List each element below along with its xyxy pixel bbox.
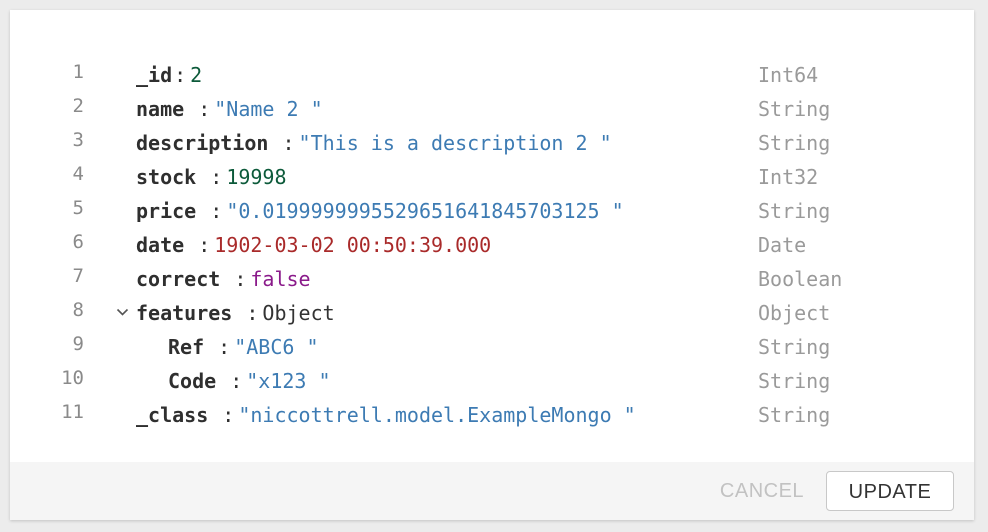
field-key[interactable]: price: [136, 199, 196, 223]
field-type[interactable]: Date: [758, 228, 806, 262]
field-separator: :: [186, 97, 211, 121]
document-editor-card: 1 _id:2 Int64 2 name : "Name 2 " String 3…: [10, 10, 974, 520]
field-type[interactable]: Object: [758, 296, 830, 330]
line-number: 1: [72, 61, 84, 83]
field-type[interactable]: String: [758, 330, 830, 364]
field-row-stock[interactable]: 4 stock :19998 Int32: [10, 160, 974, 194]
field-value[interactable]: "ABC6 ": [234, 335, 318, 359]
field-row-id[interactable]: 1 _id:2 Int64: [10, 58, 974, 92]
field-value[interactable]: false: [250, 267, 310, 291]
field-key[interactable]: _id: [136, 63, 172, 87]
field-type[interactable]: String: [758, 92, 830, 126]
field-separator: :: [198, 165, 223, 189]
field-type[interactable]: Int32: [758, 160, 818, 194]
field-separator: :: [174, 63, 187, 87]
field-key[interactable]: features: [136, 301, 232, 325]
field-key[interactable]: name: [136, 97, 184, 121]
field-row-price[interactable]: 5 price : "0.0199999995529651641845703125…: [10, 194, 974, 228]
field-separator: :: [210, 403, 235, 427]
field-type[interactable]: Boolean: [758, 262, 842, 296]
line-number: 2: [72, 95, 84, 117]
field-value[interactable]: "Name 2 ": [214, 97, 322, 121]
field-value[interactable]: "niccottrell.model.ExampleMongo ": [238, 403, 635, 427]
field-value[interactable]: 1902-03-02 00:50:39.000: [214, 233, 491, 257]
field-type[interactable]: Int64: [758, 58, 818, 92]
field-type[interactable]: String: [758, 398, 830, 432]
field-value[interactable]: 19998: [226, 165, 286, 189]
field-separator: :: [206, 335, 231, 359]
field-separator: :: [234, 301, 259, 325]
field-key[interactable]: description: [136, 131, 268, 155]
field-separator: :: [222, 267, 247, 291]
field-type[interactable]: String: [758, 194, 830, 228]
field-value[interactable]: "0.0199999995529651641845703125 ": [226, 199, 623, 223]
field-value[interactable]: "x123 ": [246, 369, 330, 393]
field-key[interactable]: Ref: [168, 335, 204, 359]
field-separator: :: [198, 199, 223, 223]
line-number: 3: [72, 129, 84, 151]
field-row-name[interactable]: 2 name : "Name 2 " String: [10, 92, 974, 126]
chevron-down-icon[interactable]: [114, 296, 132, 330]
cancel-button[interactable]: CANCEL: [710, 471, 814, 511]
field-row-date[interactable]: 6 date :1902-03-02 00:50:39.000 Date: [10, 228, 974, 262]
line-number: 8: [72, 299, 84, 321]
update-button[interactable]: UPDATE: [826, 471, 954, 511]
field-row-features-code[interactable]: 10 Code : "x123 " String: [10, 364, 974, 398]
field-row-description[interactable]: 3 description : "This is a description 2 …: [10, 126, 974, 160]
field-key[interactable]: _class: [136, 403, 208, 427]
field-row-class[interactable]: 11 _class : "niccottrell.model.ExampleMon…: [10, 398, 974, 432]
field-value[interactable]: 2: [190, 63, 202, 87]
line-number: 10: [61, 367, 84, 389]
field-separator: :: [186, 233, 211, 257]
field-type[interactable]: String: [758, 364, 830, 398]
field-separator: :: [270, 131, 295, 155]
line-number: 9: [72, 333, 84, 355]
field-value[interactable]: Object: [262, 301, 334, 325]
field-key[interactable]: date: [136, 233, 184, 257]
field-key[interactable]: correct: [136, 267, 220, 291]
editor-footer: CANCEL UPDATE: [10, 462, 974, 520]
field-row-features[interactable]: 8 features : Object Object: [10, 296, 974, 330]
line-number: 7: [72, 265, 84, 287]
field-type[interactable]: String: [758, 126, 830, 160]
field-value[interactable]: "This is a description 2 ": [299, 131, 612, 155]
field-key[interactable]: stock: [136, 165, 196, 189]
field-row-correct[interactable]: 7 correct : false Boolean: [10, 262, 974, 296]
document-fields: 1 _id:2 Int64 2 name : "Name 2 " String 3…: [10, 58, 974, 432]
line-number: 4: [72, 163, 84, 185]
line-number: 5: [72, 197, 84, 219]
line-number: 11: [61, 401, 84, 423]
line-number: 6: [72, 231, 84, 253]
field-row-features-ref[interactable]: 9 Ref : "ABC6 " String: [10, 330, 974, 364]
field-separator: :: [218, 369, 243, 393]
field-key[interactable]: Code: [168, 369, 216, 393]
